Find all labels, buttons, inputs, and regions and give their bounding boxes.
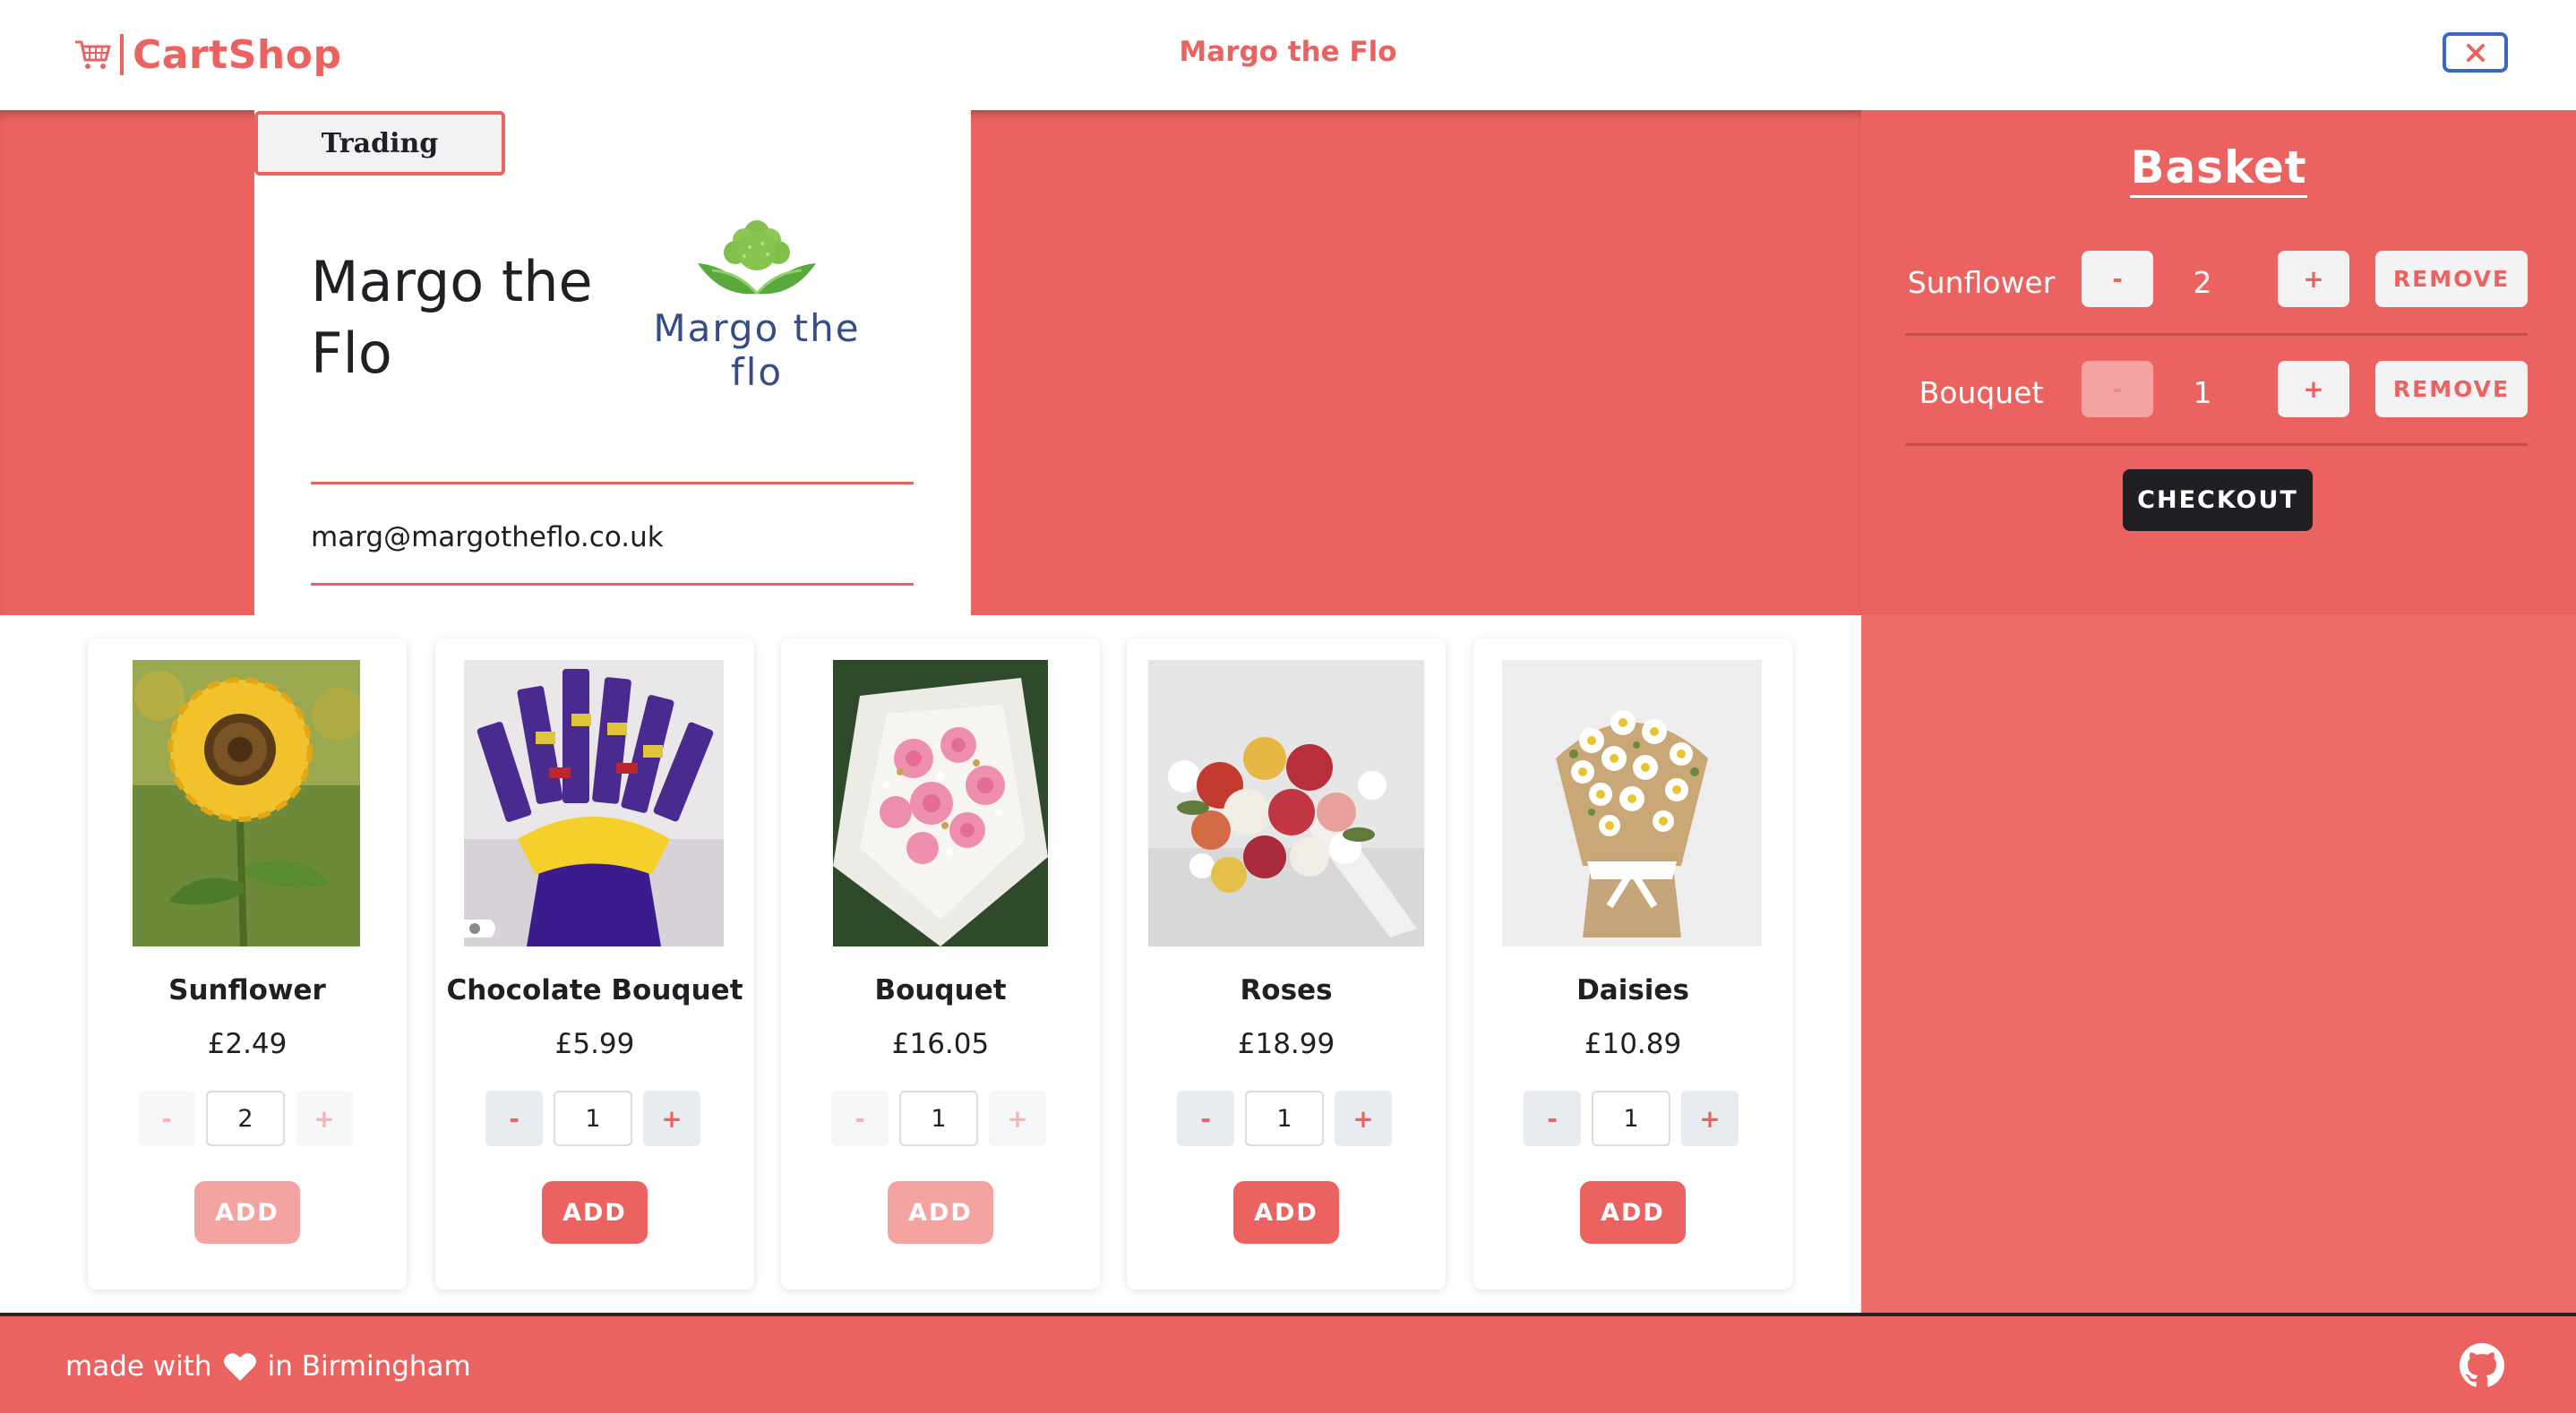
product-price: £10.89 xyxy=(1584,1028,1682,1060)
page-title: Margo the Flo xyxy=(1179,36,1397,68)
product-name: Chocolate Bouquet xyxy=(446,974,743,1006)
product-name: Bouquet xyxy=(874,974,1007,1006)
add-to-basket-button[interactable]: ADD xyxy=(1580,1181,1686,1244)
decrease-quantity-button[interactable]: - xyxy=(1524,1091,1581,1146)
basket-decrease-button[interactable]: - xyxy=(2082,361,2153,417)
basket-item-quantity: 2 xyxy=(2193,265,2212,300)
increase-quantity-button[interactable]: + xyxy=(643,1091,700,1146)
add-to-basket-button[interactable]: ADD xyxy=(1233,1181,1339,1244)
product-price: £18.99 xyxy=(1237,1028,1335,1060)
product-card: Daisies £10.89 - + ADD xyxy=(1473,638,1792,1289)
quantity-input[interactable] xyxy=(1592,1091,1670,1146)
basket-item-name: Sunflower xyxy=(1907,265,2056,300)
github-icon[interactable] xyxy=(2460,1343,2504,1388)
basket-increase-button[interactable]: + xyxy=(2278,251,2349,307)
logo-text: Margo the flo xyxy=(653,306,861,394)
footer-made-with: made with xyxy=(65,1350,212,1383)
close-icon xyxy=(2466,43,2485,62)
checkout-button[interactable]: CHECKOUT xyxy=(2123,469,2313,531)
increase-quantity-button[interactable]: + xyxy=(1681,1091,1739,1146)
basket-item-quantity: 1 xyxy=(2193,375,2212,410)
shop-email: marg@margotheflo.co.uk xyxy=(311,521,664,553)
product-card: Roses £18.99 - + ADD xyxy=(1127,638,1446,1289)
quantity-input[interactable] xyxy=(1245,1091,1324,1146)
basket-remove-button[interactable]: REMOVE xyxy=(2375,251,2528,307)
product-image xyxy=(133,660,360,946)
divider xyxy=(311,482,914,484)
footer: made with in Birmingham xyxy=(0,1313,2576,1413)
flower-logo-icon xyxy=(698,220,816,295)
trading-status-badge: Trading xyxy=(254,111,505,176)
add-to-basket-button[interactable]: ADD xyxy=(888,1181,993,1244)
decrease-quantity-button[interactable]: - xyxy=(138,1091,195,1146)
product-image xyxy=(1148,660,1424,946)
product-card: Sunflower £2.49 - + ADD xyxy=(88,638,407,1289)
basket-increase-button[interactable]: + xyxy=(2278,361,2349,417)
add-to-basket-button[interactable]: ADD xyxy=(194,1181,300,1244)
product-image xyxy=(464,660,724,946)
product-name: Sunflower xyxy=(168,974,326,1006)
add-to-basket-button[interactable]: ADD xyxy=(542,1181,648,1244)
basket-decrease-button[interactable]: - xyxy=(2082,251,2153,307)
increase-quantity-button[interactable]: + xyxy=(1335,1091,1392,1146)
product-name: Roses xyxy=(1240,974,1333,1006)
quantity-input[interactable] xyxy=(899,1091,978,1146)
increase-quantity-button[interactable]: + xyxy=(989,1091,1046,1146)
shop-name: Margo the Flo xyxy=(311,249,593,386)
product-card: Bouquet £16.05 - + ADD xyxy=(781,638,1100,1289)
top-navbar: CartShop Margo the Flo xyxy=(0,0,2576,110)
product-price: £5.99 xyxy=(554,1028,635,1060)
heart-icon xyxy=(223,1353,256,1381)
product-price: £2.49 xyxy=(207,1028,288,1060)
basket-title: Basket xyxy=(1861,141,2576,198)
quantity-input[interactable] xyxy=(206,1091,285,1146)
product-price: £16.05 xyxy=(891,1028,990,1060)
product-image xyxy=(1502,660,1762,946)
basket-item: Sunflower - 2 + REMOVE xyxy=(1905,226,2528,336)
product-image xyxy=(833,660,1048,946)
decrease-quantity-button[interactable]: - xyxy=(831,1091,889,1146)
decrease-quantity-button[interactable]: - xyxy=(485,1091,543,1146)
increase-quantity-button[interactable]: + xyxy=(296,1091,353,1146)
product-name: Daisies xyxy=(1576,974,1689,1006)
divider xyxy=(311,583,914,586)
basket-item: Bouquet - 1 + REMOVE xyxy=(1905,336,2528,446)
basket-remove-button[interactable]: REMOVE xyxy=(2375,361,2528,417)
footer-credit: made with in Birmingham xyxy=(65,1350,471,1383)
close-button[interactable] xyxy=(2443,32,2508,73)
product-card: Chocolate Bouquet £5.99 - + ADD xyxy=(435,638,754,1289)
shop-logo: Margo the flo xyxy=(627,208,887,394)
decrease-quantity-button[interactable]: - xyxy=(1177,1091,1234,1146)
footer-location: in Birmingham xyxy=(267,1350,471,1383)
basket-item-name: Bouquet xyxy=(1919,375,2044,410)
quantity-input[interactable] xyxy=(554,1091,632,1146)
